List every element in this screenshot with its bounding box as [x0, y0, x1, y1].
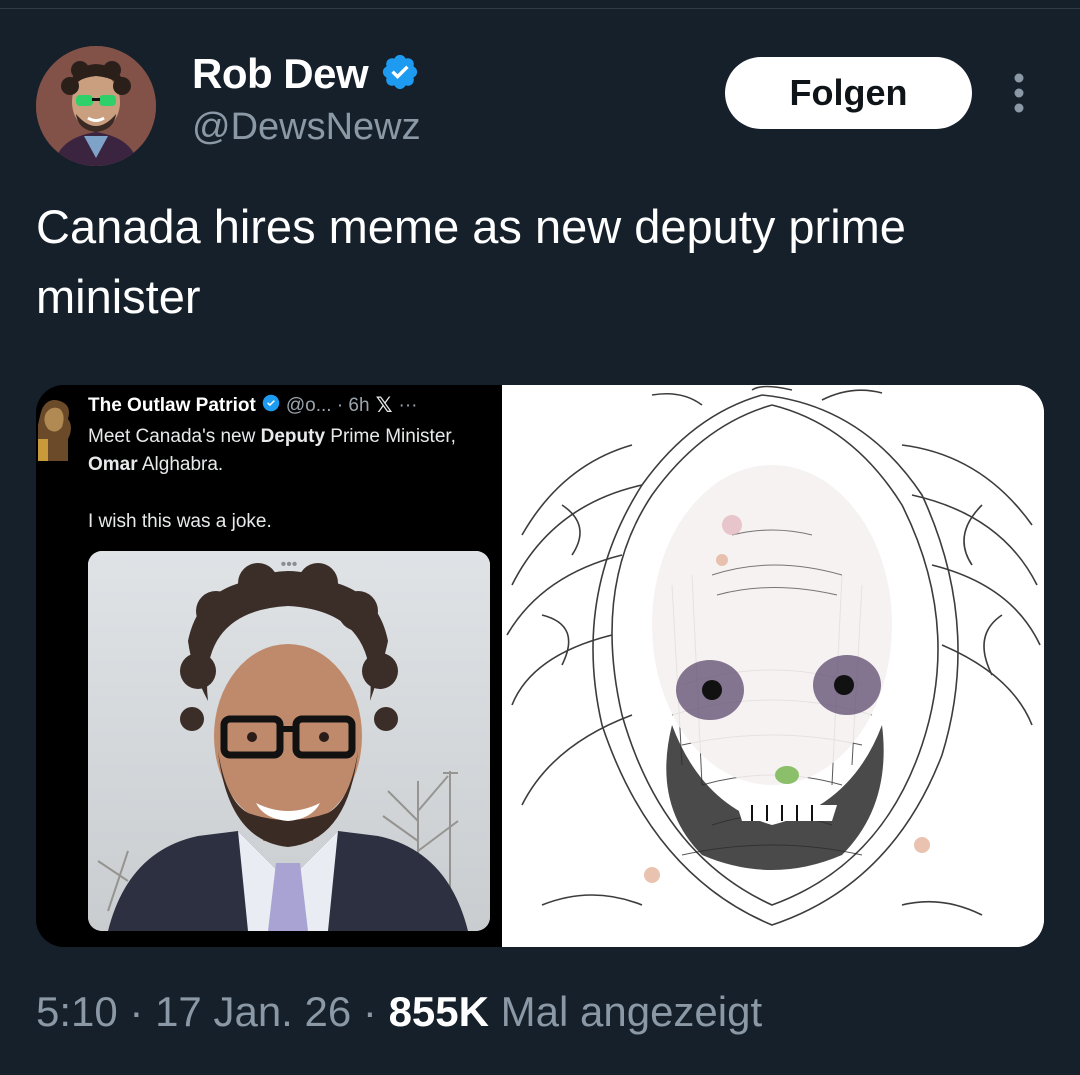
embedded-author-name: The Outlaw Patriot: [88, 394, 256, 416]
embedded-header: The Outlaw Patriot @o... · 6h 𝕏 ···: [88, 393, 417, 418]
embedded-author-avatar: [38, 395, 76, 461]
embedded-meta: @o... · 6h: [285, 394, 370, 416]
embedded-verified-icon: [262, 394, 280, 418]
embedded-body-bold: Omar: [88, 454, 138, 475]
embedded-body-text: Meet Canada's new: [88, 426, 261, 447]
embedded-body-bold: Deputy: [260, 426, 326, 447]
author-name-row: Rob Dew: [192, 50, 420, 98]
more-vertical-icon: [1014, 73, 1024, 113]
tweet-text: Canada hires meme as new deputy prime mi…: [36, 200, 906, 323]
verified-badge-icon: [380, 52, 420, 97]
embedded-portrait-photo: •••: [88, 551, 490, 931]
tweet-media[interactable]: The Outlaw Patriot @o... · 6h 𝕏 ··· Meet…: [36, 385, 1044, 947]
separator-dot: ·: [117, 988, 156, 1035]
embedded-tweet-screenshot: The Outlaw Patriot @o... · 6h 𝕏 ··· Meet…: [36, 385, 502, 947]
embedded-body-text: Prime Minister,: [325, 426, 456, 447]
author-avatar[interactable]: [36, 46, 156, 166]
tweet-date[interactable]: 17 Jan. 26: [155, 988, 351, 1035]
tweet-page: Rob Dew @DewsNewz Folgen Canada hires me…: [0, 0, 1080, 1075]
views-label: Mal angezeigt: [488, 988, 763, 1035]
embedded-body-text: Alghabra.: [137, 454, 224, 475]
follow-button[interactable]: Folgen: [725, 57, 972, 129]
author-display-name[interactable]: Rob Dew: [192, 50, 369, 98]
divider: [0, 8, 1080, 9]
embedded-more-icon: ···: [398, 394, 418, 416]
x-logo-icon: 𝕏: [375, 394, 393, 417]
meme-drawing: [502, 385, 1044, 947]
embedded-body: Meet Canada's new Deputy Prime Minister,…: [88, 423, 488, 479]
more-options-button[interactable]: [1004, 70, 1034, 118]
photo-dots: •••: [281, 556, 298, 573]
author-handle[interactable]: @DewsNewz: [192, 106, 421, 149]
tweet-time[interactable]: 5:10: [36, 988, 118, 1035]
views-count: 855K: [388, 988, 489, 1035]
embedded-joke-line: I wish this was a joke.: [88, 511, 272, 532]
separator-dot: ·: [351, 988, 389, 1035]
tweet-timestamp-row: 5:10 · 17 Jan. 26 · 855K Mal angezeigt: [36, 988, 762, 1036]
